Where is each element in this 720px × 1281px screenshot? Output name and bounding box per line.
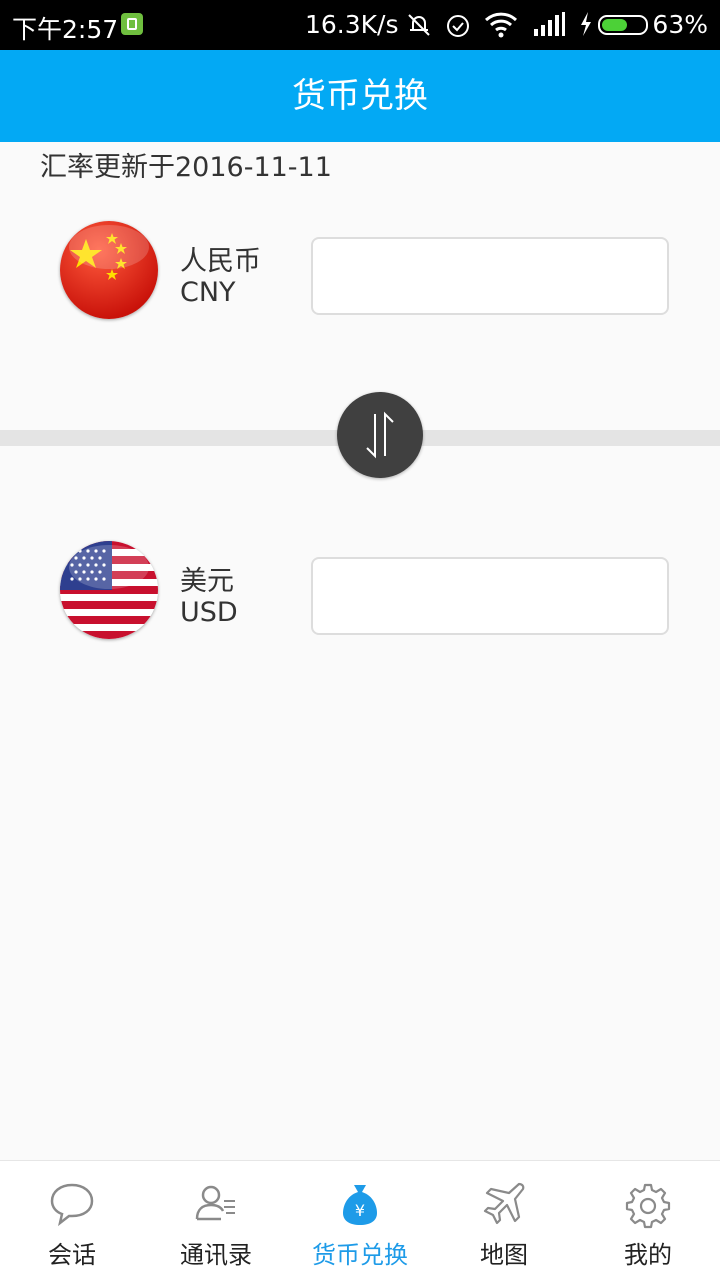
- svg-text:¥: ¥: [355, 1201, 365, 1220]
- signal-icon: [534, 12, 565, 36]
- nav-label-chat: 会话: [48, 1241, 96, 1269]
- app-notification-icon: [121, 13, 143, 35]
- alarm-icon: [447, 15, 469, 37]
- title-bar: 货币兑换: [0, 50, 720, 142]
- from-currency-code: CNY: [180, 277, 236, 308]
- from-currency-row: 人民币 CNY: [0, 221, 720, 331]
- nav-item-me[interactable]: 我的: [576, 1161, 720, 1281]
- to-currency-row: 美元 USD: [0, 541, 720, 651]
- to-currency-name: 美元: [180, 566, 234, 597]
- contacts-icon: [195, 1185, 235, 1221]
- rate-update-note: 汇率更新于2016-11-11: [40, 152, 332, 183]
- network-speed: 16.3K/s: [305, 10, 399, 39]
- swap-arrows-icon: [366, 411, 394, 459]
- chat-bubble-icon: [50, 1183, 94, 1227]
- nav-label-map: 地图: [480, 1241, 528, 1269]
- swap-currency-button[interactable]: [337, 392, 423, 478]
- mute-icon: [408, 14, 430, 36]
- gear-icon: [625, 1183, 671, 1229]
- usa-flag-icon: [60, 541, 158, 639]
- wifi-icon: [484, 12, 518, 38]
- china-flag-icon: [60, 221, 158, 319]
- money-bag-icon: ¥: [343, 1185, 377, 1225]
- nav-item-contacts[interactable]: 通讯录: [144, 1161, 288, 1281]
- from-amount-input[interactable]: [311, 237, 669, 315]
- nav-label-currency: 货币兑换: [312, 1241, 408, 1269]
- to-amount-input[interactable]: [311, 557, 669, 635]
- page-title: 货币兑换: [292, 76, 428, 116]
- status-time: 下午2:57: [12, 15, 119, 44]
- battery-percent: 63%: [652, 10, 708, 39]
- battery-level: [602, 19, 627, 31]
- status-bar: 下午2:57 16.3K/s 63%: [0, 0, 720, 50]
- to-currency-code: USD: [180, 597, 238, 628]
- airplane-icon: [483, 1182, 525, 1225]
- charging-icon: [581, 12, 591, 36]
- nav-item-chat[interactable]: 会话: [0, 1161, 144, 1281]
- nav-label-contacts: 通讯录: [180, 1241, 252, 1269]
- bottom-navigation: 会话 通讯录 ¥ 货币兑换 地图 我的: [0, 1160, 720, 1281]
- nav-item-map[interactable]: 地图: [432, 1161, 576, 1281]
- nav-item-currency[interactable]: ¥ 货币兑换: [288, 1161, 432, 1281]
- battery-icon: [598, 15, 648, 35]
- from-currency-name: 人民币: [180, 246, 261, 277]
- nav-label-me: 我的: [624, 1241, 672, 1269]
